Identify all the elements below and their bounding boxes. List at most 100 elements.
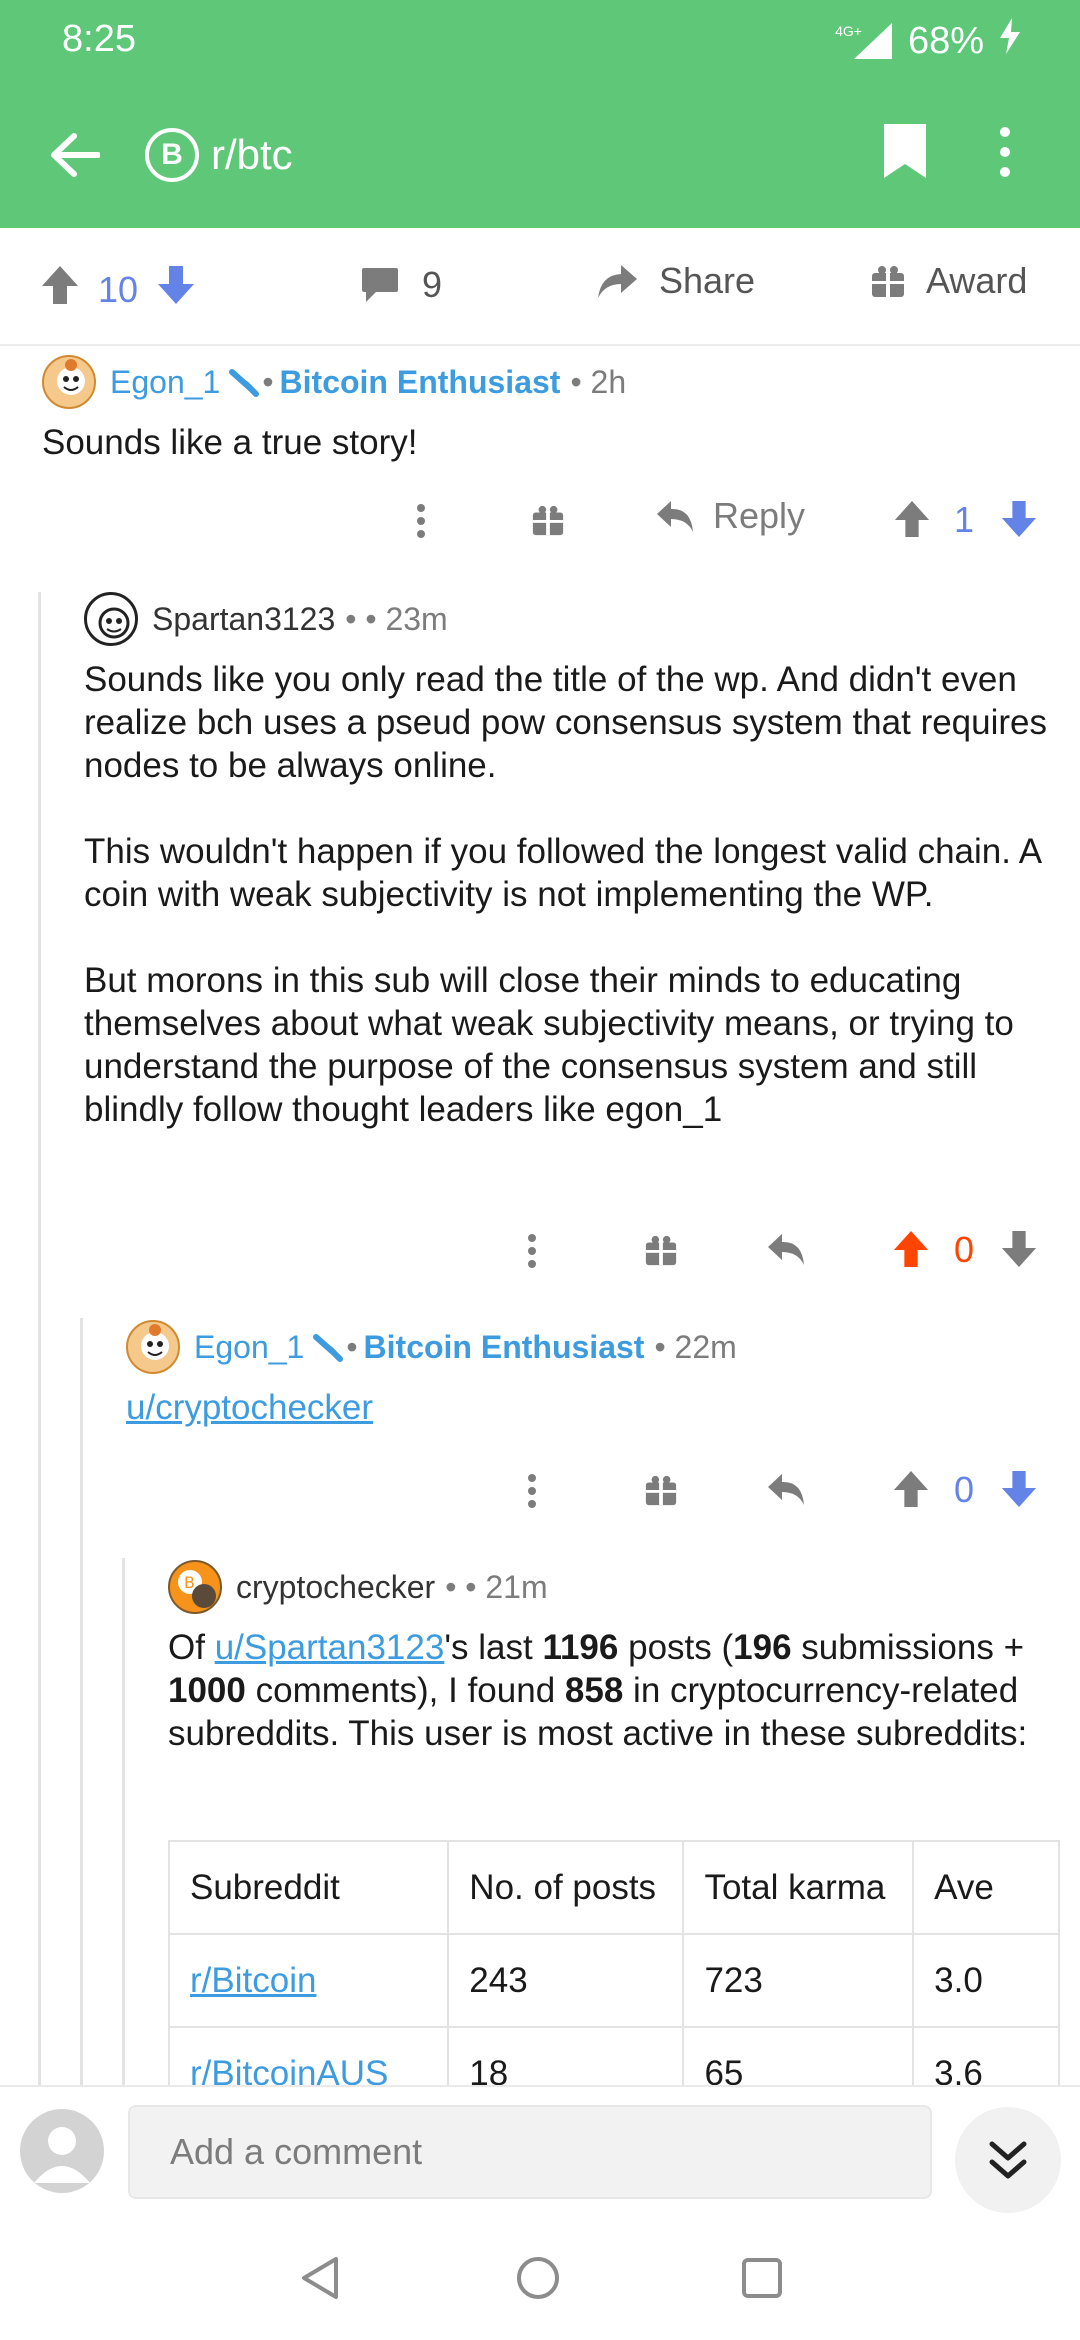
- award-button[interactable]: [644, 1473, 678, 1516]
- stat-number: 858: [564, 1671, 624, 1710]
- collapse-thread-button[interactable]: [955, 2107, 1061, 2213]
- table-cell: 3.6: [912, 2026, 1060, 2085]
- bookmark-icon: [884, 124, 926, 178]
- bitcoin-icon: B: [145, 128, 199, 182]
- more-vertical-icon: [528, 1474, 536, 1508]
- award-button[interactable]: [644, 1233, 678, 1276]
- comment-body: u/cryptochecker: [126, 1386, 1056, 1429]
- more-options-button[interactable]: [526, 1473, 538, 1518]
- stat-number: 1000: [168, 1671, 246, 1710]
- subreddit-name: r/btc: [211, 131, 293, 178]
- user-mention-link[interactable]: u/cryptochecker: [126, 1388, 373, 1427]
- reply-label: Reply: [713, 495, 806, 536]
- separator-dot: •: [262, 363, 274, 400]
- user-silhouette-icon: [34, 2127, 90, 2183]
- subreddit-link[interactable]: r/Bitcoin: [190, 1961, 316, 2000]
- separator-dot: •: [346, 1328, 358, 1365]
- user-avatar[interactable]: [42, 355, 96, 409]
- current-user-avatar[interactable]: [20, 2109, 104, 2193]
- reply-button[interactable]: [766, 1471, 806, 1516]
- downvote-button[interactable]: [1000, 499, 1038, 548]
- upvote-active-icon: [893, 1230, 929, 1268]
- square-recents-icon: [742, 2258, 782, 2298]
- comment-actions: Reply 1: [405, 495, 1045, 545]
- user-flair: Bitcoin Enthusiast: [363, 1328, 645, 1365]
- comment-time: • 22m: [654, 1328, 737, 1365]
- user-avatar[interactable]: [126, 1320, 180, 1374]
- stat-number: 1196: [542, 1628, 619, 1667]
- subreddit-activity-table[interactable]: Subreddit No. of posts Total karma Ave r…: [168, 1840, 1060, 2085]
- reply-button[interactable]: Reply: [655, 495, 805, 537]
- moderator-wrench-icon: [313, 1334, 344, 1362]
- toolbar: B r/btc: [0, 100, 1080, 210]
- subreddit-link[interactable]: r/BitcoinAUS: [190, 2054, 388, 2086]
- comment-author[interactable]: Egon_1: [110, 364, 220, 401]
- award-button[interactable]: Award: [870, 260, 1027, 302]
- more-options-button[interactable]: [526, 1233, 538, 1278]
- activity-table: Subreddit No. of posts Total karma Ave r…: [168, 1840, 1060, 2085]
- comment-author[interactable]: Spartan3123: [152, 601, 335, 638]
- user-mention-link[interactable]: u/Spartan3123: [215, 1628, 445, 1667]
- share-label: Share: [659, 260, 756, 301]
- comment-header: Egon_1 • Bitcoin Enthusiast • 2h: [42, 355, 1042, 409]
- share-button[interactable]: Share: [595, 260, 755, 302]
- user-avatar[interactable]: B: [168, 1560, 222, 1614]
- user-flair: Bitcoin Enthusiast: [279, 363, 561, 400]
- downvote-icon: [158, 266, 195, 304]
- signal-icon: 4G+: [835, 21, 894, 61]
- table-header: Subreddit: [168, 1840, 450, 1935]
- thread-line: [38, 592, 41, 2085]
- user-avatar[interactable]: [84, 592, 138, 646]
- text-fragment: Of: [168, 1628, 215, 1667]
- reply-button[interactable]: [766, 1231, 806, 1276]
- comment-author[interactable]: cryptochecker: [236, 1569, 435, 1606]
- bookmark-button[interactable]: [880, 122, 940, 192]
- award-button[interactable]: [531, 503, 565, 546]
- downvote-button[interactable]: [1000, 1229, 1038, 1278]
- comment-paragraph: This wouldn't happen if you followed the…: [84, 832, 1041, 914]
- upvote-button[interactable]: [40, 264, 80, 315]
- add-comment-input[interactable]: Add a comment: [128, 2105, 932, 2199]
- text-fragment: submissions +: [791, 1628, 1025, 1667]
- upvote-button[interactable]: [892, 1469, 930, 1518]
- nav-home-button[interactable]: [515, 2255, 561, 2306]
- comment-paragraph: Sounds like you only read the title of t…: [84, 660, 1048, 785]
- post-vote-count: 10: [98, 268, 139, 310]
- comments-count: 9: [422, 264, 443, 305]
- table-cell: 3.0: [912, 1933, 1060, 2028]
- upvote-icon: [894, 500, 930, 538]
- upvote-button[interactable]: [893, 499, 931, 548]
- text-fragment: posts (: [618, 1628, 734, 1667]
- comments-button[interactable]: 9: [360, 264, 442, 306]
- upvote-button[interactable]: [892, 1229, 930, 1278]
- gift-icon: [872, 266, 904, 297]
- back-button[interactable]: [40, 120, 110, 190]
- double-chevron-down-icon: [989, 2141, 1027, 2179]
- comment-header: Egon_1 • Bitcoin Enthusiast • 22m: [126, 1320, 1056, 1374]
- vote-count: 1: [954, 499, 975, 540]
- more-options-button[interactable]: [995, 122, 1045, 192]
- reply-arrow-icon: [657, 501, 693, 532]
- thread-line: [122, 1558, 125, 2085]
- subreddit-title[interactable]: B r/btc: [145, 128, 293, 182]
- upvote-icon: [42, 266, 78, 304]
- comment-time: • 2h: [570, 363, 627, 400]
- nav-back-button[interactable]: [298, 2255, 342, 2306]
- nav-recents-button[interactable]: [740, 2256, 784, 2305]
- table-header: No. of posts: [447, 1840, 685, 1935]
- comment-author[interactable]: Egon_1: [194, 1329, 304, 1366]
- downvote-button[interactable]: [156, 264, 196, 315]
- table-cell: 65: [682, 2026, 915, 2085]
- more-vertical-icon: [1000, 127, 1010, 177]
- post-vote-group: 10: [40, 264, 196, 315]
- comment-paragraph: But morons in this sub will close their …: [84, 961, 1014, 1129]
- award-label: Award: [926, 260, 1028, 301]
- back-arrow-icon: [51, 133, 100, 177]
- comment-egon-2: Egon_1 • Bitcoin Enthusiast • 22m u/cryp…: [126, 1320, 1056, 1429]
- table-header: Ave: [912, 1840, 1060, 1935]
- table-header-row: Subreddit No. of posts Total karma Ave: [168, 1840, 1060, 1935]
- comment-header: Spartan3123 • • 23m: [84, 592, 1064, 646]
- comment-time: • • 21m: [445, 1568, 548, 1605]
- downvote-button[interactable]: [1000, 1469, 1038, 1518]
- more-options-button[interactable]: [415, 503, 427, 548]
